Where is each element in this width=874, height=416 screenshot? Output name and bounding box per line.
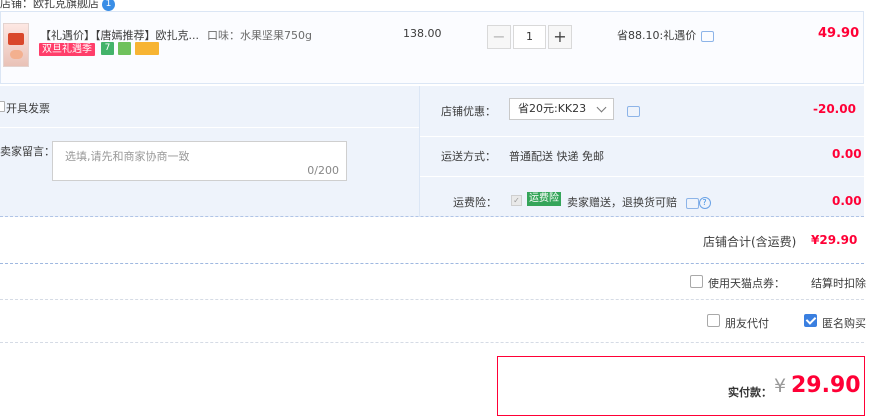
saving-text: 省88.10:礼遇价 [617,29,697,42]
friend-pay-checkbox[interactable] [707,314,720,327]
invoice-label[interactable]: 开具发票 [6,100,50,116]
divider [420,176,864,177]
quantity-input[interactable]: 1 [513,25,546,49]
divider [0,127,419,128]
quantity-decrease-button[interactable]: − [487,25,511,49]
section-divider [0,299,864,300]
insurance-badge: 运费险 [527,192,561,206]
promo-tag: 双旦礼遇季 [39,43,95,56]
insurance-checkbox[interactable]: ✓ [511,195,522,206]
divider [420,136,864,137]
item-subtotal: 49.90 [818,26,860,41]
payment-label: 实付款： [728,386,772,399]
store-total-label: 店铺合计(含运费) [703,235,797,249]
chat-icon[interactable] [627,105,640,117]
help-icon[interactable]: ? [698,197,711,209]
product-flavor: 口味：水果坚果750g [207,29,312,42]
seller-note-input[interactable]: 选填,请先和商家协商一致 0/200 [52,141,347,181]
shop-promo-select[interactable]: 省20元:KK23 [509,98,614,120]
payment-summary: 实付款： ¥ 29.90 [497,356,865,416]
seller-note-label: 卖家留言： [0,145,55,158]
service-icon [118,42,131,55]
unit-price: 138.00 [403,27,442,40]
insurance-desc: 卖家赠送，退换货可赔 ? [567,194,711,210]
seven-day-return-icon: 7 [101,42,114,55]
store-total-value: ¥29.90 [811,233,858,247]
product-thumbnail[interactable] [3,23,29,67]
store-info-badge: 1 [102,0,115,11]
coupon-label[interactable]: 使用天猫点券： [708,275,785,291]
shipping-value: 0.00 [832,147,862,161]
insurance-value: 0.00 [832,194,862,208]
shop-promo-value: -20.00 [813,102,856,116]
section-divider [0,263,864,264]
invoice-checkbox[interactable] [0,101,5,112]
product-title[interactable]: 【礼遇价】【唐嫣推荐】欧扎克... 口味：水果坚果750g [40,27,312,43]
shipping-method: 普通配送 快递 免邮 [509,150,604,163]
note-placeholder: 选填,请先和商家协商一致 [65,150,190,163]
store-name[interactable]: 店铺：欧扎克旗舰店 1 [0,0,115,11]
chat-icon[interactable] [685,197,699,209]
quantity-increase-button[interactable]: + [548,25,572,49]
insurance-text: 卖家赠送，退换货可赔 [567,196,677,209]
store-name-text[interactable]: 店铺：欧扎克旗舰店 [0,0,99,10]
friend-pay-label[interactable]: 朋友代付 [725,315,769,331]
section-divider [0,342,864,343]
shop-promo-label: 店铺优惠： [441,105,496,118]
chevron-down-icon [596,102,607,113]
product-title-text[interactable]: 【礼遇价】【唐嫣推荐】欧扎克... [40,29,199,42]
currency-symbol: ¥ [774,375,787,397]
insurance-label: 运费险： [453,196,497,209]
coupon-deduct-note: 结算时扣除 [811,277,866,290]
card-payment-icon [135,42,159,55]
coupon-checkbox[interactable] [690,275,703,288]
payment-amount: 29.90 [791,373,861,398]
saving-info: 省88.10:礼遇价 [617,27,715,43]
note-char-count: 0/200 [307,164,339,177]
shop-promo-selected: 省20元:KK23 [518,102,587,115]
chat-icon[interactable] [701,30,715,42]
shipping-label: 运送方式： [441,150,496,163]
anonymous-label[interactable]: 匿名购买 [822,315,866,331]
anonymous-checkbox[interactable] [804,314,817,327]
